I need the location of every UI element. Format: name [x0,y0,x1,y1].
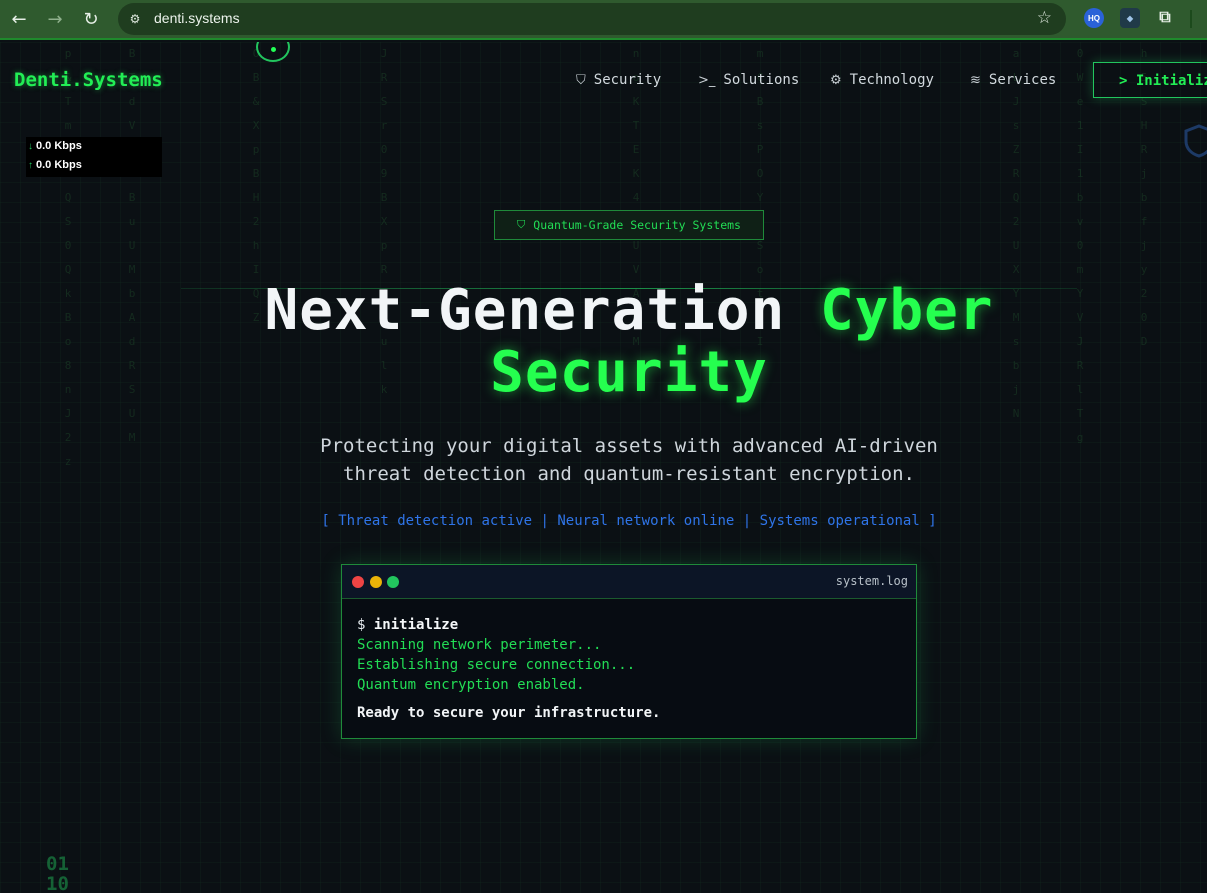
binary-decoration: 01 10 [46,854,69,893]
shield-decoration-icon [1184,124,1207,158]
database-icon: ≋ [970,72,981,88]
download-speed-value: 0.0 Kbps [36,140,82,152]
shield-icon: ⛉ [517,218,526,231]
upload-arrow-icon: ↑ [28,159,33,171]
nav-item-services[interactable]: ≋ Services [970,72,1056,88]
terminal-output-line: Establishing secure connection... [357,657,636,673]
back-arrow-icon[interactable]: ← [5,6,33,32]
extension-shield-icon[interactable]: ◆ [1120,8,1140,28]
page-content: p & T m f A Q S 0 Q k B o 8 n J 2 z B T … [0,42,1207,893]
shield-icon: ⛉ [576,72,586,88]
maximize-dot-icon [387,576,399,588]
toolbar-divider [1190,10,1192,28]
terminal-command: initialize [373,617,459,633]
reload-icon[interactable]: ↻ [77,6,105,32]
upload-speed-value: 0.0 Kbps [36,159,82,171]
terminal-icon: >_ [698,72,716,88]
terminal-filename: system.log [835,574,908,588]
nav-item-technology[interactable]: ⚙ Technology [830,72,934,88]
brand-logo[interactable]: Denti.Systems [14,69,163,91]
terminal-output: $ initialize Scanning network perimeter.… [357,615,897,723]
url-text[interactable]: denti.systems [154,10,240,26]
site-info-icon[interactable]: ⚙ [127,11,143,27]
network-speed-widget: ↓ 0.0 Kbps ↑ 0.0 Kbps [26,137,162,177]
hero-badge: ⛉ Quantum-Grade Security Systems [494,210,764,240]
minimize-dot-icon [370,576,382,588]
nav-label: Security [593,72,662,88]
cpu-icon: ⚙ [830,72,842,88]
address-bar[interactable]: ⚙ denti.systems ☆ [118,3,1066,35]
hero-subtitle: Protecting your digital assets with adva… [241,432,1017,488]
badge-label: Quantum-Grade Security Systems [533,218,741,232]
terminal-output-line: Scanning network perimeter... [357,637,602,653]
subtitle-line-1: Protecting your digital assets with adva… [320,435,938,457]
terminal-title-bar: system.log [342,565,916,599]
forward-arrow-icon[interactable]: → [41,6,69,32]
nav-item-solutions[interactable]: >_ Solutions [698,72,799,88]
download-speed: ↓ 0.0 Kbps [28,137,82,155]
system-status-line: [ Threat detection active | Neural netwo… [321,513,937,529]
subtitle-line-2: threat detection and quantum-resistant e… [343,463,915,485]
terminal-output-line: Quantum encryption enabled. [357,677,585,693]
nav-label: Solutions [723,72,800,88]
headline-green-2: Security [490,340,768,405]
headline-white: Next-Generation [264,278,786,343]
browser-toolbar: ← → ↻ ⚙ denti.systems ☆ HQ ◆ ⧉ [0,0,1207,40]
nav-item-security[interactable]: ⛉ Security [576,72,661,88]
terminal-prompt: $ [357,617,366,633]
terminal-ready-line: Ready to secure your infrastructure. [357,705,661,721]
binary-line: 01 [46,853,69,875]
extensions-puzzle-icon[interactable]: ⧉ [1155,8,1175,28]
terminal-window: system.log $ initialize Scanning network… [341,564,917,739]
headline-green-1: Cyber [819,278,994,343]
nav-label: Technology [849,72,934,88]
bookmark-star-icon[interactable]: ☆ [1037,8,1052,28]
binary-line: 10 [46,873,69,893]
terminal-command-line: $ initialize [357,615,897,635]
page-title: Next-Generation Cyber Security [181,280,1077,404]
initialize-button[interactable]: > Initialize [1093,62,1207,98]
upload-speed: ↑ 0.0 Kbps [28,156,82,174]
download-arrow-icon: ↓ [28,140,33,152]
extension-hq-icon[interactable]: HQ [1084,8,1104,28]
close-dot-icon [352,576,364,588]
nav-label: Services [988,72,1057,88]
